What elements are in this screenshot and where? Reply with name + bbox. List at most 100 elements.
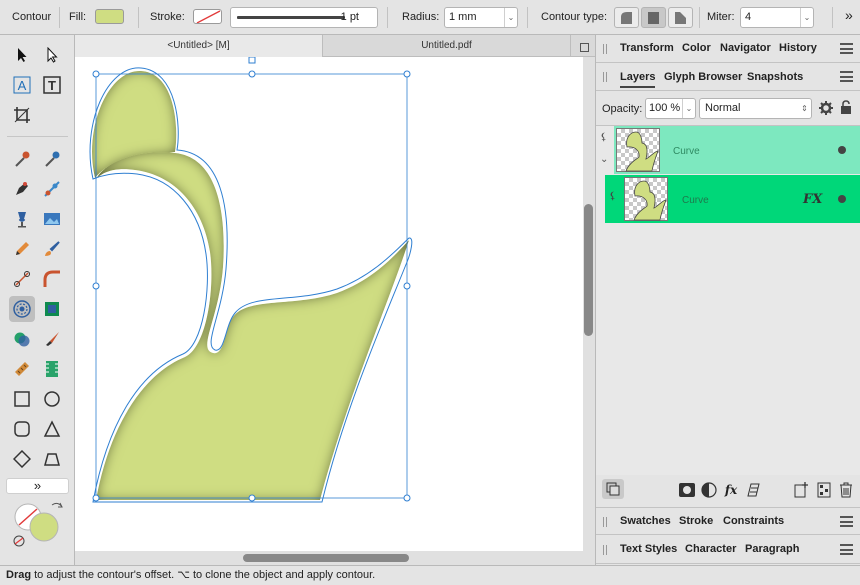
rounded-rectangle-tool-icon[interactable] [9, 416, 35, 442]
add-layer-icon[interactable] [792, 481, 810, 499]
contour-type-miter-button[interactable] [668, 7, 693, 28]
shape-builder-tool-icon[interactable] [9, 326, 35, 352]
canvas-area[interactable] [75, 57, 595, 565]
diamond-tool-icon[interactable] [9, 446, 35, 472]
tab-paragraph[interactable]: Paragraph [745, 543, 799, 555]
transparency-tool-icon[interactable] [39, 296, 65, 322]
contour-shape-outline[interactable] [75, 57, 583, 551]
contour-tool-icon[interactable] [9, 296, 35, 322]
mask-layer-icon[interactable] [678, 481, 696, 499]
frame-text-tool-icon[interactable]: T [39, 72, 65, 98]
tab-swatches[interactable]: Swatches [620, 515, 671, 527]
measure-tool-icon[interactable] [9, 356, 35, 382]
layer-row[interactable]: ⚸ ⌄ Curve [596, 126, 860, 174]
panel-tabs-text: Text Styles Character Paragraph [596, 536, 860, 564]
color-selector-icon[interactable] [8, 497, 66, 549]
pencil-tool-icon[interactable] [9, 236, 35, 262]
chevron-down-icon[interactable]: ⌄ [800, 8, 813, 27]
node-edit-tool-icon[interactable] [39, 176, 65, 202]
area-tool-icon[interactable] [39, 356, 65, 382]
stack-layers-icon[interactable] [602, 479, 624, 499]
panel-grip-icon[interactable] [603, 44, 607, 54]
stroke-width-slider[interactable] [237, 16, 345, 19]
fill-swatch[interactable] [95, 9, 124, 24]
add-pixel-layer-icon[interactable] [815, 481, 833, 499]
status-action: Drag [6, 569, 32, 581]
trapezoid-tool-icon[interactable] [39, 446, 65, 472]
panel-grip-icon[interactable] [603, 72, 607, 82]
node-tool-icon[interactable] [39, 42, 65, 68]
rectangle-tool-icon[interactable] [9, 386, 35, 412]
place-image-tool-icon[interactable] [39, 206, 65, 232]
adjustment-icon[interactable] [700, 481, 718, 499]
corner-tool-icon[interactable] [39, 266, 65, 292]
document-page[interactable] [75, 57, 583, 551]
blend-mode-select[interactable]: Normal ⇕ [699, 98, 812, 119]
radius-field[interactable]: 1 mm ⌄ [444, 7, 518, 28]
brush-tool-icon[interactable] [39, 236, 65, 262]
triangle-tool-icon[interactable] [39, 416, 65, 442]
miter-field[interactable]: 4 ⌄ [740, 7, 814, 28]
toolbar-separator [527, 7, 528, 28]
panel-menu-icon[interactable] [840, 43, 853, 54]
chevron-down-icon[interactable]: ⌄ [682, 99, 695, 118]
crop-tool-icon[interactable] [9, 102, 35, 128]
tab-color[interactable]: Color [682, 42, 711, 54]
tab-untitled[interactable]: <Untitled> [M] [75, 35, 323, 57]
tab-constraints[interactable]: Constraints [723, 515, 784, 527]
chevron-down-icon[interactable]: ⌄ [600, 154, 608, 165]
tab-glyph-browser[interactable]: Glyph Browser [664, 71, 742, 83]
layer-thumbnail-shape [625, 131, 659, 172]
tab-character[interactable]: Character [685, 543, 736, 555]
stroke-width-value: 1 pt [340, 11, 359, 23]
live-filter-icon[interactable] [744, 481, 762, 499]
miter-label: Miter: [707, 11, 735, 23]
opacity-field[interactable]: 100 % ⌄ [645, 98, 696, 119]
panel-menu-icon[interactable] [840, 516, 853, 527]
toolbar-overflow-button[interactable]: » [845, 7, 853, 23]
panel-menu-icon[interactable] [840, 544, 853, 555]
layer-expand-area: ⚸ ⌄ [596, 126, 614, 174]
artistic-text-tool-icon[interactable]: A [9, 72, 35, 98]
move-tool-icon[interactable] [9, 42, 35, 68]
stroke-width-field[interactable]: 1 pt [230, 7, 378, 28]
vector-crop-tool-icon[interactable] [9, 266, 35, 292]
panel-grip-icon[interactable] [603, 517, 607, 527]
panel-menu-icon[interactable] [840, 71, 853, 82]
tab-navigator[interactable]: Navigator [720, 42, 771, 54]
contour-type-bevel-button[interactable] [641, 7, 666, 28]
fx-icon[interactable]: fx [722, 481, 740, 499]
tab-untitled-pdf[interactable]: Untitled.pdf [323, 35, 571, 57]
tab-text-styles[interactable]: Text Styles [620, 543, 677, 555]
layer-name[interactable]: Curve [682, 195, 709, 206]
gear-icon[interactable] [819, 101, 833, 115]
tab-layers[interactable]: Layers [620, 71, 656, 88]
visibility-dot-icon[interactable] [838, 195, 846, 203]
tab-stroke[interactable]: Stroke [679, 515, 713, 527]
trash-icon[interactable] [837, 481, 855, 499]
tab-snapshots[interactable]: Snapshots [747, 71, 803, 83]
tab-history[interactable]: History [779, 42, 817, 54]
more-tools-button[interactable]: » [6, 478, 69, 494]
tab-transform[interactable]: Transform [620, 42, 674, 54]
chevron-down-icon[interactable]: ⌄ [504, 8, 517, 27]
fill-tool-icon[interactable] [9, 206, 35, 232]
toolbar-separator [59, 7, 60, 28]
stroke-swatch[interactable] [193, 9, 222, 24]
fx-badge[interactable]: FX [803, 192, 822, 207]
fill-picker-tool-icon[interactable] [39, 146, 65, 172]
layer-name[interactable]: Curve [673, 146, 700, 157]
color-picker-tool-icon[interactable] [9, 146, 35, 172]
knife-tool-icon[interactable] [39, 326, 65, 352]
horizontal-scrollbar[interactable] [243, 554, 409, 562]
maximize-icon[interactable] [580, 43, 589, 52]
panel-grip-icon[interactable] [603, 545, 607, 555]
contour-type-round-button[interactable] [614, 7, 639, 28]
pen-tool-icon[interactable] [9, 176, 35, 202]
svg-text:T: T [48, 78, 56, 93]
lock-icon[interactable] [840, 100, 852, 115]
visibility-dot-icon[interactable] [838, 146, 846, 154]
layer-row[interactable]: ⚸ Curve FX [596, 175, 860, 223]
ellipse-tool-icon[interactable] [39, 386, 65, 412]
vertical-scrollbar[interactable] [584, 204, 593, 336]
